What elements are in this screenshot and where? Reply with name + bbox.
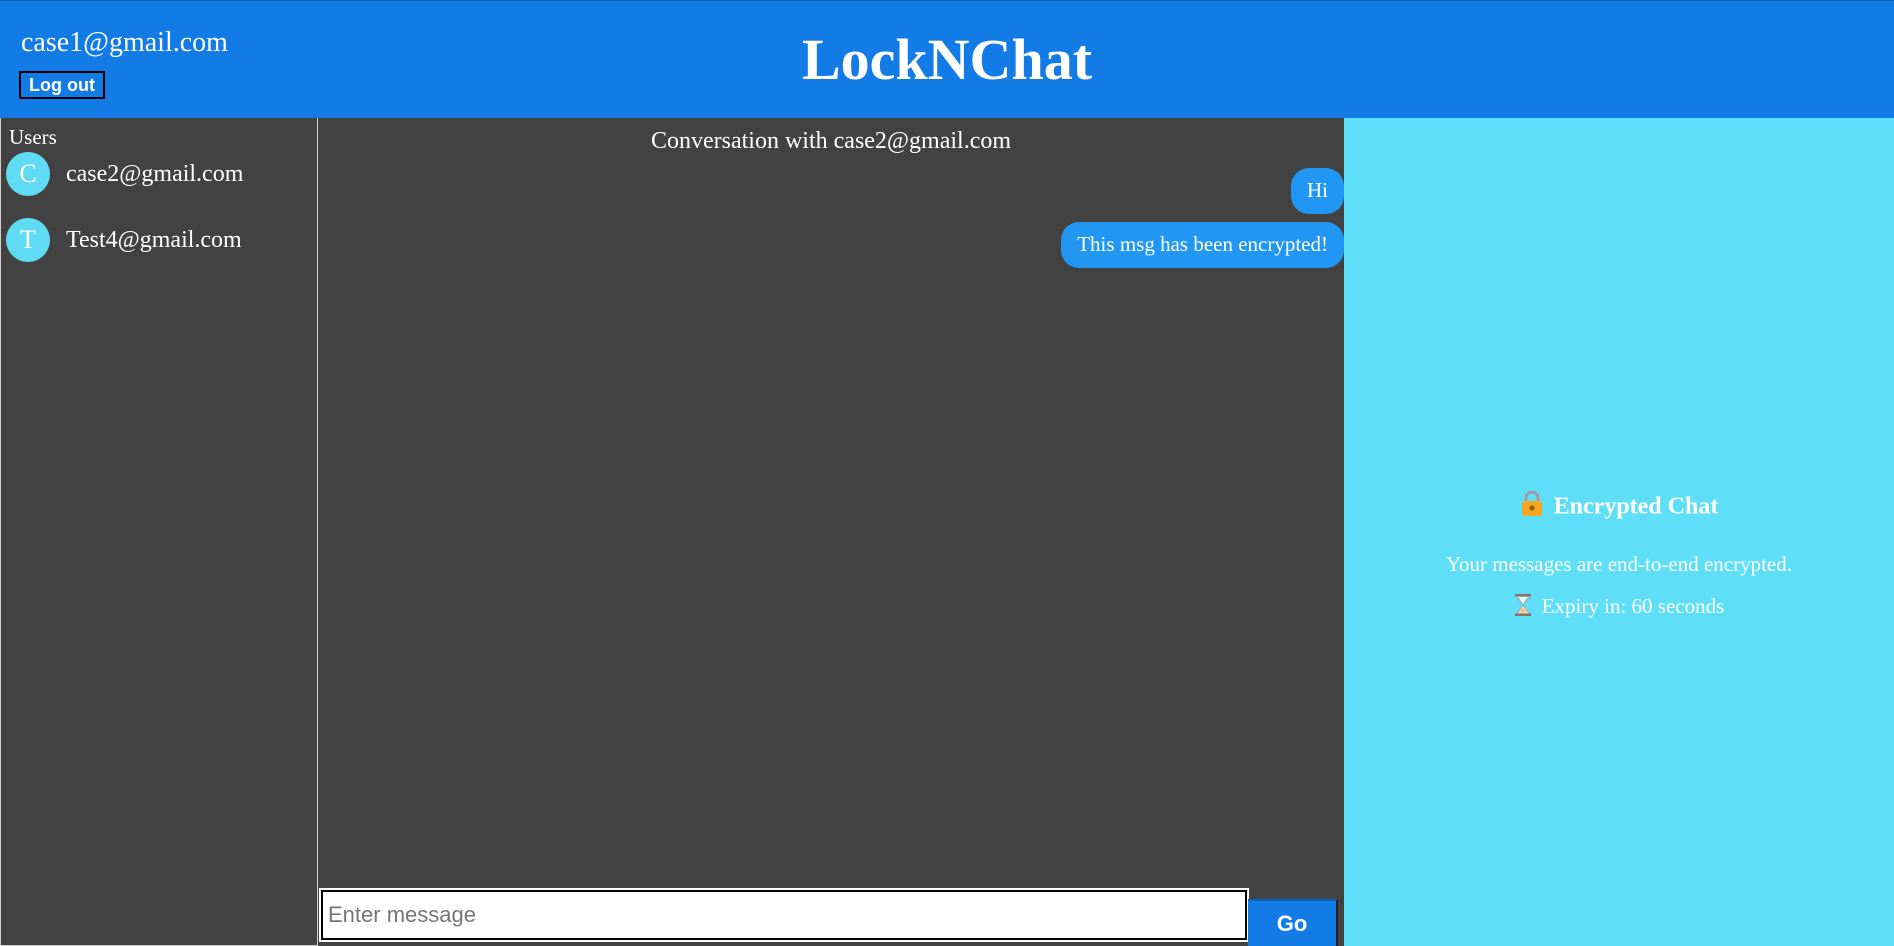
sidebar-title: Users xyxy=(9,125,57,149)
encryption-description: Your messages are end-to-end encrypted. xyxy=(1445,552,1792,576)
message-input[interactable] xyxy=(319,888,1249,942)
encryption-heading: Encrypted Chat xyxy=(1344,490,1894,525)
user-item-test4[interactable]: T Test4@gmail.com xyxy=(6,218,306,262)
message-bubble: Hi xyxy=(1291,168,1344,214)
app-header: case1@gmail.com Log out LockNChat xyxy=(0,0,1894,118)
expiry-timer: Expiry in: 60 seconds xyxy=(1344,593,1894,623)
user-item-case2[interactable]: C case2@gmail.com xyxy=(6,152,306,196)
conversation-panel: Conversation with case2@gmail.com Hi Thi… xyxy=(318,118,1344,946)
expiry-label: Expiry in: 60 seconds xyxy=(1541,594,1725,618)
send-button[interactable]: Go xyxy=(1248,899,1338,946)
user-item-label: Test4@gmail.com xyxy=(66,227,242,253)
encryption-heading-label: Encrypted Chat xyxy=(1553,493,1719,520)
hourglass-icon xyxy=(1514,593,1532,623)
encryption-info-panel: Encrypted Chat Your messages are end-to-… xyxy=(1344,118,1894,946)
lock-icon xyxy=(1520,490,1544,525)
users-sidebar: Users C case2@gmail.com T Test4@gmail.co… xyxy=(0,118,318,946)
conversation-title: Conversation with case2@gmail.com xyxy=(650,128,1012,154)
app-title: LockNChat xyxy=(801,27,1093,92)
user-item-label: case2@gmail.com xyxy=(66,161,244,187)
avatar: C xyxy=(6,152,50,196)
avatar: T xyxy=(6,218,50,262)
message-bubble: This msg has been encrypted! xyxy=(1061,222,1344,268)
